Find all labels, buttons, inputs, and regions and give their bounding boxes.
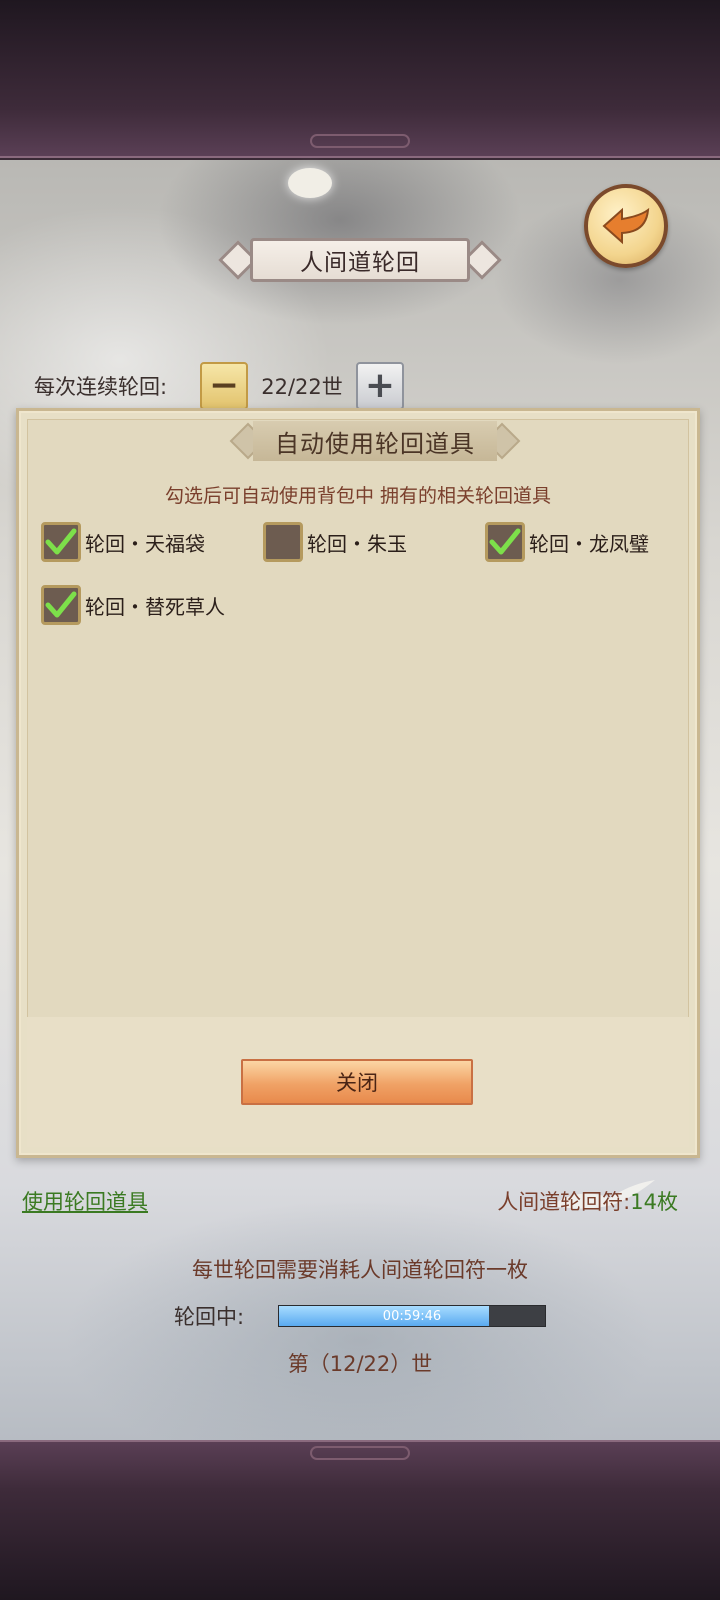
back-arrow-icon [602,207,650,245]
progress-label: 轮回中: [174,1305,245,1329]
option-tisicaoren[interactable]: 轮回・替死草人 [41,584,225,626]
option-checkbox[interactable] [485,522,525,562]
loop-count-value: 22/22世 [261,375,343,399]
talisman-label: 人间道轮回符: [497,1190,631,1214]
option-label: 轮回・朱玉 [307,531,407,556]
option-zhuyu[interactable]: 轮回・朱玉 [263,521,407,563]
option-label: 轮回・天福袋 [85,531,205,556]
option-label: 轮回・替死草人 [85,594,225,619]
moon-decoration [288,168,332,198]
check-icon [45,591,77,618]
progress-row: 轮回中: 00:59:46 [174,1302,546,1330]
top-banner [0,0,720,158]
top-ornament [310,134,410,148]
dialog-description: 勾选后可自动使用背包中 拥有的相关轮回道具 [164,485,552,507]
back-button[interactable] [584,184,668,268]
dialog-title: 自动使用轮回道具 [253,421,497,461]
option-checkbox[interactable] [41,585,81,625]
option-tianfudai[interactable]: 轮回・天福袋 [41,521,205,563]
decrease-button[interactable]: − [200,362,248,410]
loop-count-row: 每次连续轮回: − 22/22世 + [34,362,404,410]
page-title-plaque: 人间道轮回 [218,236,502,284]
page-title: 人间道轮回 [250,238,470,282]
increase-button[interactable]: + [356,362,404,410]
bottom-banner [0,1440,720,1600]
cost-note: 每世轮回需要消耗人间道轮回符一枚 [192,1258,528,1282]
option-label: 轮回・龙凤璧 [529,531,649,556]
check-icon [45,528,77,555]
talisman-count: 人间道轮回符:14枚 [497,1186,678,1216]
talisman-count-value: 14枚 [630,1190,678,1214]
generation-counter: 第（12/22）世 [287,1352,433,1376]
bottom-ornament [310,1446,410,1460]
close-button[interactable]: 关闭 [241,1059,473,1105]
use-items-link[interactable]: 使用轮回道具 [22,1186,148,1216]
dialog-title-banner: 自动使用轮回道具 [229,419,521,463]
progress-bar: 00:59:46 [278,1305,546,1327]
loop-count-label: 每次连续轮回: [34,375,168,399]
auto-use-items-dialog: 自动使用轮回道具 勾选后可自动使用背包中 拥有的相关轮回道具 轮回・天福袋 轮回… [16,408,700,1158]
option-longfengbi[interactable]: 轮回・龙凤璧 [485,521,649,563]
progress-timer: 00:59:46 [382,1308,442,1324]
option-checkbox[interactable] [263,522,303,562]
option-checkbox[interactable] [41,522,81,562]
check-icon [489,528,521,555]
